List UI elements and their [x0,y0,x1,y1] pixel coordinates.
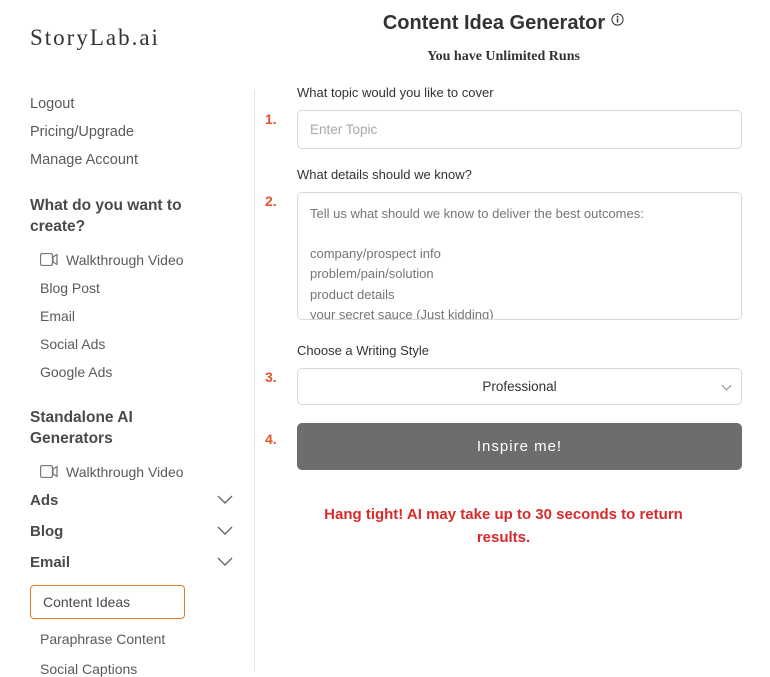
details-label: What details should we know? [297,167,742,182]
create-item-google-ads[interactable]: Google Ads [30,364,255,380]
step-number: 2. [265,167,297,209]
nav-manage-account[interactable]: Manage Account [30,152,255,168]
sidebar: StoryLab.ai Logout Pricing/Upgrade Manag… [0,0,255,671]
category-label: Blog [30,523,63,540]
standalone-walkthrough[interactable]: Walkthrough Video [30,464,255,480]
nav-pricing[interactable]: Pricing/Upgrade [30,124,255,140]
style-label: Choose a Writing Style [297,343,742,358]
brand-logo: StoryLab.ai [30,25,255,51]
step-3: 3. Choose a Writing Style Professional [265,343,742,405]
chevron-down-icon [217,526,233,536]
category-blog[interactable]: Blog [30,523,255,540]
subitem-social-captions[interactable]: Social Captions [30,661,255,677]
chevron-down-icon [217,557,233,567]
wait-message: Hang tight! AI may take up to 30 seconds… [265,504,742,549]
create-item-label: Google Ads [40,364,112,380]
create-item-walkthrough[interactable]: Walkthrough Video [30,252,255,268]
standalone-heading: Standalone AI Generators [30,408,255,450]
create-item-label: Walkthrough Video [66,252,184,268]
main-panel: Content Idea Generator You have Unlimite… [255,0,770,671]
info-icon[interactable] [611,13,624,26]
category-ads[interactable]: Ads [30,492,255,509]
style-select[interactable]: Professional [297,368,742,405]
chevron-down-icon [217,495,233,505]
create-heading: What do you want to create? [30,196,255,238]
create-item-label: Blog Post [40,280,100,296]
step-1: 1. What topic would you like to cover [265,85,742,149]
page-title: Content Idea Generator [383,12,605,35]
topic-label: What topic would you like to cover [297,85,742,100]
runs-status: You have Unlimited Runs [265,49,742,65]
standalone-walkthrough-label: Walkthrough Video [66,464,184,480]
title-row: Content Idea Generator [265,12,742,35]
create-item-social-ads[interactable]: Social Ads [30,336,255,352]
subitem-paraphrase[interactable]: Paraphrase Content [30,631,255,647]
subitem-content-ideas[interactable]: Content Ideas [30,585,185,619]
app-root: StoryLab.ai Logout Pricing/Upgrade Manag… [0,0,770,671]
create-item-label: Email [40,308,75,324]
step-number: 1. [265,85,297,127]
step-number: 3. [265,343,297,385]
step-number: 4. [265,423,297,447]
account-nav: Logout Pricing/Upgrade Manage Account [30,96,255,168]
topic-input[interactable] [297,110,742,149]
create-item-email[interactable]: Email [30,308,255,324]
category-email[interactable]: Email [30,554,255,571]
video-icon [40,465,58,478]
inspire-button[interactable]: Inspire me! [297,423,742,470]
create-item-label: Social Ads [40,336,105,352]
step-4: 4. Inspire me! [265,423,742,470]
category-label: Email [30,554,70,571]
details-textarea[interactable] [297,192,742,320]
category-label: Ads [30,492,58,509]
video-icon [40,253,58,266]
step-2: 2. What details should we know? [265,167,742,325]
nav-logout[interactable]: Logout [30,96,255,112]
create-item-blog[interactable]: Blog Post [30,280,255,296]
